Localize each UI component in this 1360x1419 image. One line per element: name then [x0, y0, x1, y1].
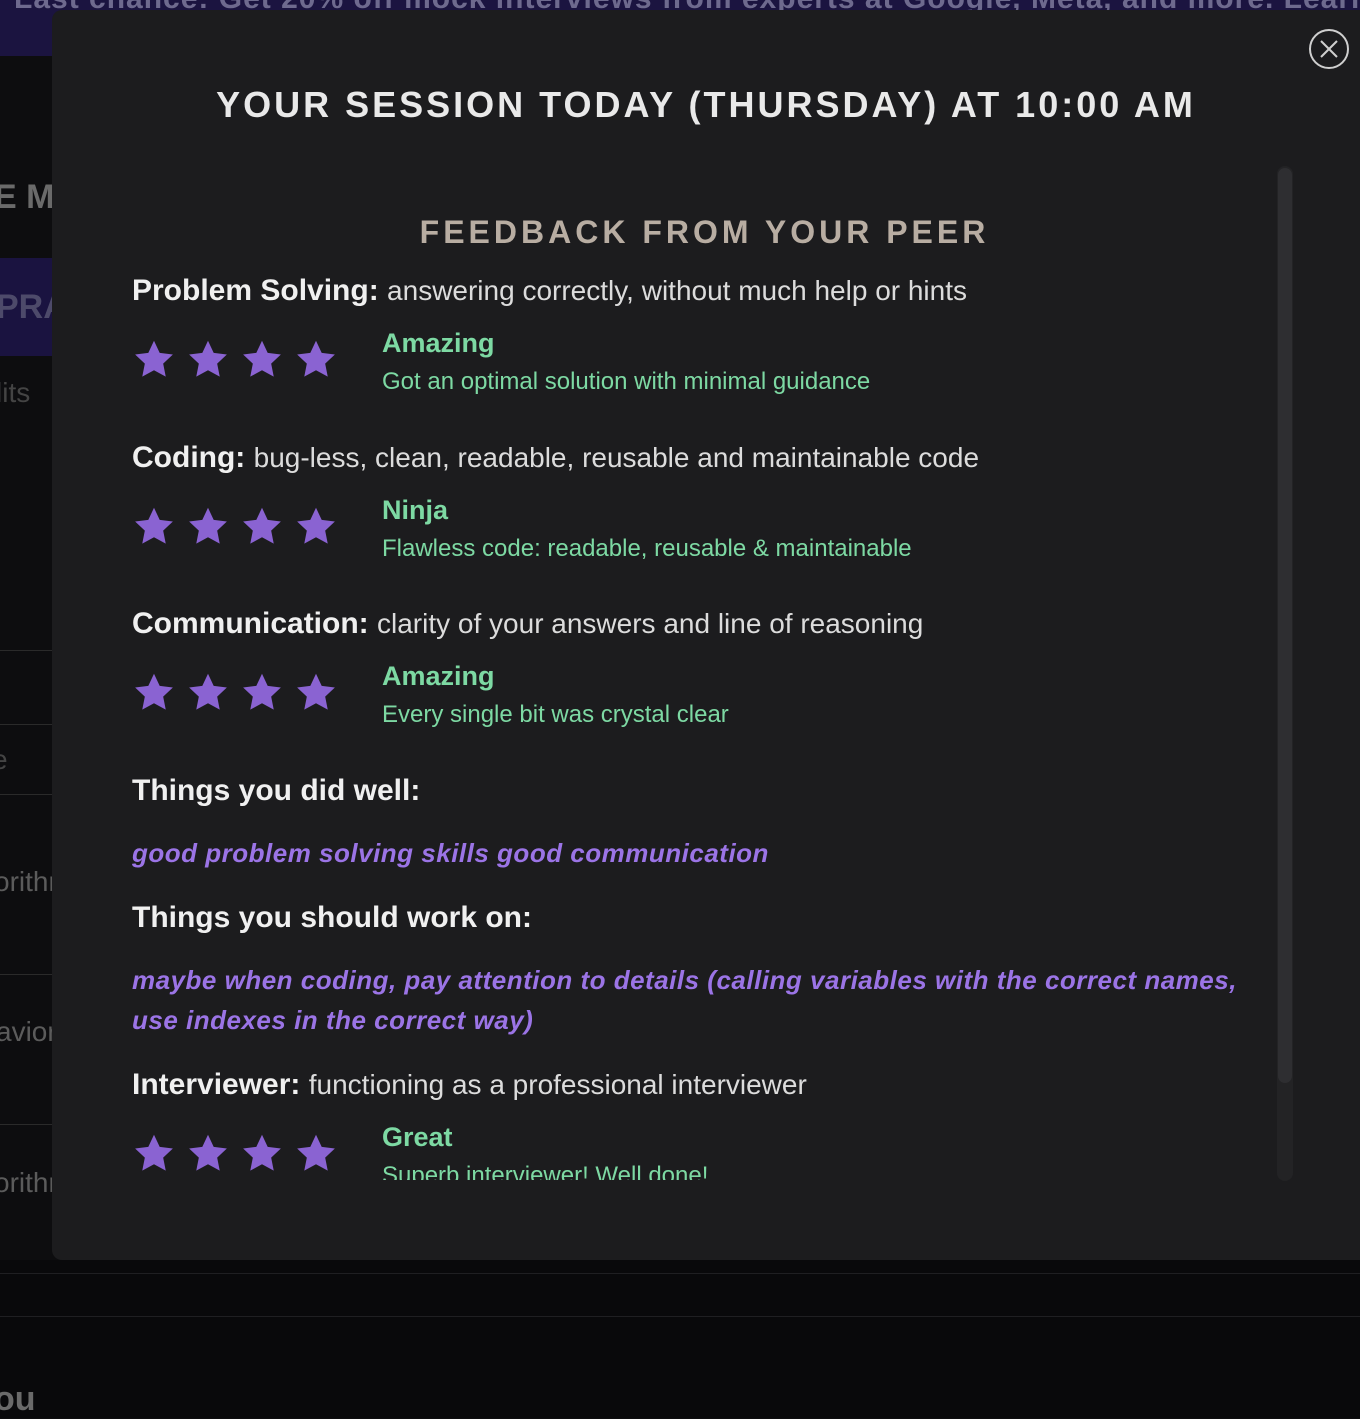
star-icon: [189, 673, 227, 710]
star-icon: [135, 507, 173, 544]
star-icon: [297, 507, 335, 544]
rating-description: Got an optimal solution with minimal gui…: [382, 368, 871, 395]
star-icon: [189, 340, 227, 377]
bg-fragment: lits: [0, 377, 31, 408]
work-on-heading: Things you should work on:: [132, 901, 532, 934]
star-icon: [243, 507, 281, 544]
star-icon: [135, 1134, 173, 1171]
criterion-name: Coding:: [132, 441, 246, 474]
section-heading: FEEDBACK FROM YOUR PEER: [419, 214, 990, 250]
star-icon: [297, 673, 335, 710]
did-well-heading: Things you did well:: [132, 774, 421, 807]
feedback-modal: YOUR SESSION TODAY (THURSDAY) AT 10:00 A…: [52, 10, 1360, 1260]
bg-fragment: E M: [0, 178, 55, 216]
criterion-title-interviewer: Interviewer: functioning as a profession…: [132, 1068, 807, 1102]
criterion-title-problem-solving: Problem Solving: answering correctly, wi…: [132, 274, 967, 308]
bg-fragment: ou: [0, 1380, 36, 1418]
rating-description: Flawless code: readable, reusable & main…: [382, 535, 912, 562]
star-icon: [297, 340, 335, 377]
bg-divider: [0, 650, 60, 651]
rating-description: Superb interviewer! Well done!: [382, 1162, 709, 1180]
star-rating: [132, 505, 338, 549]
star-icon: [243, 673, 281, 710]
bg-fragment: e: [0, 744, 8, 776]
bg-fragment: avior: [0, 1016, 57, 1047]
criterion-name: Problem Solving:: [132, 274, 379, 307]
bg-divider: [0, 1273, 1360, 1274]
star-icon: [135, 340, 173, 377]
star-rating: [132, 338, 338, 382]
bg-divider: [0, 974, 60, 975]
criterion-description: clarity of your answers and line of reas…: [377, 608, 924, 639]
bg-footer-area: [0, 1260, 1360, 1418]
criterion-title-coding: Coding: bug-less, clean, readable, reusa…: [132, 441, 979, 475]
rating-label: Great: [382, 1122, 453, 1152]
bg-divider: [0, 724, 60, 725]
star-icon: [297, 1134, 335, 1171]
close-button[interactable]: [1309, 29, 1349, 69]
criterion-name: Communication:: [132, 607, 369, 640]
star-rating: [132, 671, 338, 715]
bg-divider: [0, 794, 60, 795]
criterion-description: functioning as a professional interviewe…: [308, 1069, 807, 1100]
rating-label: Ninja: [382, 495, 449, 525]
criterion-description: answering correctly, without much help o…: [387, 275, 968, 306]
star-icon: [135, 673, 173, 710]
star-icon: [243, 1134, 281, 1171]
rating-label: Amazing: [382, 661, 495, 691]
star-icon: [243, 340, 281, 377]
criterion-description: bug-less, clean, readable, reusable and …: [253, 442, 980, 473]
rating-label: Amazing: [382, 328, 495, 358]
criterion-title-communication: Communication: clarity of your answers a…: [132, 607, 923, 641]
bg-divider: [0, 1124, 60, 1125]
criterion-name: Interviewer:: [132, 1068, 301, 1101]
star-icon: [189, 507, 227, 544]
star-rating: [132, 1132, 338, 1176]
feedback-scroll-area[interactable]: FEEDBACK FROM YOUR PEER Problem Solving:…: [132, 170, 1282, 1180]
did-well-text: good problem solving skills good communi…: [132, 838, 769, 868]
work-on-text: maybe when coding, pay attention to deta…: [132, 965, 1237, 1035]
modal-title: YOUR SESSION TODAY (THURSDAY) AT 10:00 A…: [216, 84, 1196, 125]
star-icon: [189, 1134, 227, 1171]
close-icon: [1320, 40, 1338, 58]
bg-divider: [0, 1316, 1360, 1317]
rating-description: Every single bit was crystal clear: [382, 701, 729, 728]
